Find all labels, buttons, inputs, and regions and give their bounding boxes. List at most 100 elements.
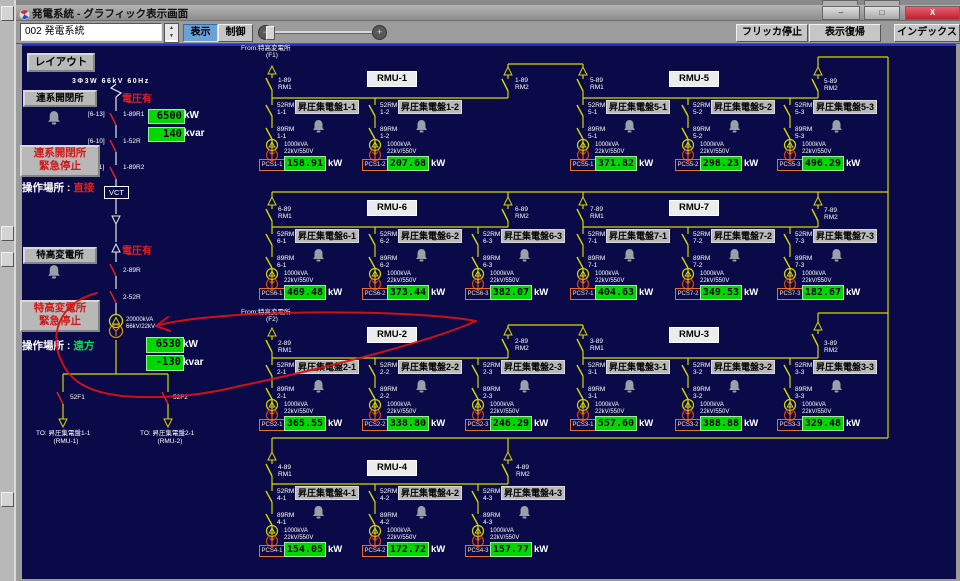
sidebar-switch-row[interactable]: [6-11]1-89R2 <box>88 164 218 172</box>
pcs-tag[interactable]: PCS6-1 <box>259 288 285 300</box>
pcs-kw-value: 557.60 <box>595 416 637 431</box>
breaker-52rm-label[interactable]: 52RM 4-3 <box>483 488 500 502</box>
pcs-tag[interactable]: PCS6-2 <box>362 288 388 300</box>
zoom-slider-track[interactable] <box>258 31 382 34</box>
zoom-slider-thumb[interactable] <box>266 26 275 40</box>
minimize-button[interactable]: – <box>822 6 860 20</box>
close-button[interactable]: X <box>905 6 960 20</box>
panel-name: 昇圧集電盤2-3 <box>501 360 566 374</box>
breaker-52rm-label[interactable]: 52RM 6-1 <box>277 231 294 245</box>
feeder-switch-name[interactable]: 52F1 <box>70 394 85 401</box>
link-switch-label[interactable]: 4-89 RM1 <box>278 464 292 478</box>
breaker-52rm-label[interactable]: 52RM 6-2 <box>380 231 397 245</box>
breaker-52rm-label[interactable]: 52RM 5-3 <box>795 102 812 116</box>
breaker-52rm-label[interactable]: 52RM 7-3 <box>795 231 812 245</box>
pcs-kw-value: 329.48 <box>802 416 844 431</box>
link-switch-label[interactable]: 2-89 RM1 <box>278 340 292 354</box>
display-button[interactable]: 表示 <box>183 24 218 42</box>
feeder-unit: 52RM 3-2 昇圧集電盤3-2 89RM 3-2 1000kVA 22kV/550… <box>675 358 776 436</box>
pcs-kw-value: 373.44 <box>387 285 429 300</box>
breaker-52rm-label[interactable]: 52RM 3-2 <box>693 362 710 376</box>
pcs-tag[interactable]: PCS2-1 <box>259 419 285 431</box>
restore-view-button[interactable]: 表示復帰 <box>809 24 881 42</box>
link-switch-label[interactable]: 5-89 RM1 <box>590 77 604 91</box>
screen-selector[interactable]: 002 発電系統 <box>20 23 162 41</box>
layout-button[interactable]: レイアウト <box>27 53 95 72</box>
taskbar-icon[interactable] <box>1 6 14 21</box>
link-switch-label[interactable]: 6-89 RM2 <box>515 206 529 220</box>
breaker-52rm-label[interactable]: 52RM 4-1 <box>277 488 294 502</box>
feeder-unit: 52RM 6-3 昇圧集電盤6-3 89RM 6-3 1000kVA 22kV/550… <box>465 227 566 305</box>
pcs-tag[interactable]: PCS3-1 <box>570 419 596 431</box>
index-button[interactable]: インデックス <box>894 24 960 42</box>
transformer-rating: 1000kVA 22kV/550V <box>284 142 314 155</box>
feeder-unit: 52RM 5-3 昇圧集電盤5-3 89RM 5-3 1000kVA 22kV/550… <box>777 98 878 176</box>
spin-down-icon[interactable]: ▼ <box>165 32 178 40</box>
link-switch-label[interactable]: 7-89 RM1 <box>590 206 604 220</box>
kvar-unit: kvar <box>183 357 204 368</box>
alarm-bell-icon <box>830 379 843 398</box>
alarm-bell-icon <box>518 505 531 524</box>
link-switch-label[interactable]: 7-89 RM2 <box>824 207 838 221</box>
substation-button[interactable]: 特高変電所 <box>23 247 97 264</box>
restore-button[interactable]: □ <box>864 6 900 20</box>
breaker-52rm-label[interactable]: 52RM 1-2 <box>380 102 397 116</box>
breaker-52rm-label[interactable]: 52RM 4-2 <box>380 488 397 502</box>
pcs-tag[interactable]: PCS4-1 <box>259 545 285 557</box>
link-switch-label[interactable]: 1-89 RM2 <box>515 77 529 91</box>
pcs-tag[interactable]: PCS2-2 <box>362 419 388 431</box>
pcs-tag[interactable]: PCS7-2 <box>675 288 701 300</box>
switch-name[interactable]: 2-52R <box>123 294 141 301</box>
taskbar-icon[interactable] <box>1 252 14 267</box>
link-switch-label[interactable]: 4-89 RM2 <box>516 464 530 478</box>
pcs-tag[interactable]: PCS3-2 <box>675 419 701 431</box>
breaker-52rm-label[interactable]: 52RM 3-3 <box>795 362 812 376</box>
rmu-label: RMU-7 <box>669 200 719 216</box>
kw-unit: kW <box>328 544 343 555</box>
pcs-tag[interactable]: PCS5-1 <box>570 159 596 171</box>
interconnection-estop-button[interactable]: 連系開閉所 緊急停止 <box>20 145 100 177</box>
title-bar[interactable]: 発電系統 - グラフィック表示画面 – □ X <box>16 5 960 21</box>
link-switch-label[interactable]: 6-89 RM1 <box>278 206 292 220</box>
pcs-tag[interactable]: PCS5-3 <box>777 159 803 171</box>
pcs-tag[interactable]: PCS7-3 <box>777 288 803 300</box>
breaker-52rm-label[interactable]: 52RM 7-1 <box>588 231 605 245</box>
breaker-52rm-label[interactable]: 52RM 2-3 <box>483 362 500 376</box>
pcs-tag[interactable]: PCS1-1 <box>259 159 285 171</box>
link-switch-label[interactable]: 5-89 RM2 <box>824 78 838 92</box>
pcs-tag[interactable]: PCS5-2 <box>675 159 701 171</box>
pcs-tag[interactable]: PCS6-3 <box>465 288 491 300</box>
flicker-stop-button[interactable]: フリッカ停止 <box>736 24 808 42</box>
transformer-rating: 1000kVA 22kV/550V <box>595 271 625 284</box>
breaker-52rm-label[interactable]: 52RM 2-1 <box>277 362 294 376</box>
feeder-switch-name[interactable]: 52F2 <box>173 394 188 401</box>
breaker-52rm-label[interactable]: 52RM 6-3 <box>483 231 500 245</box>
breaker-52rm-label[interactable]: 52RM 2-2 <box>380 362 397 376</box>
pcs-tag[interactable]: PCS7-1 <box>570 288 596 300</box>
pcs-tag[interactable]: PCS3-3 <box>777 419 803 431</box>
substation-kw-value: 6530 <box>146 337 184 353</box>
interconnection-station-button[interactable]: 連系開閉所 <box>23 90 97 107</box>
pcs-tag[interactable]: PCS2-3 <box>465 419 491 431</box>
link-switch-label[interactable]: 1-89 RM1 <box>278 77 292 91</box>
breaker-52rm-label[interactable]: 52RM 7-2 <box>693 231 710 245</box>
control-button[interactable]: 制御 <box>218 24 253 42</box>
window-title: 発電系統 - グラフィック表示画面 <box>32 8 189 20</box>
substation-estop-button[interactable]: 特高変電所 緊急停止 <box>20 300 100 332</box>
breaker-52rm-label[interactable]: 52RM 1-1 <box>277 102 294 116</box>
taskbar-icon[interactable] <box>1 226 14 241</box>
switch-name[interactable]: 2-89R <box>123 267 141 274</box>
link-switch-label[interactable]: 3-89 RM2 <box>824 340 838 354</box>
link-switch-label[interactable]: 3-89 RM1 <box>590 338 604 352</box>
screen-selector-spinner[interactable]: ▲ ▼ <box>164 23 179 43</box>
pcs-tag[interactable]: PCS4-3 <box>465 545 491 557</box>
pcs-tag[interactable]: PCS4-2 <box>362 545 388 557</box>
zoom-in-icon[interactable]: + <box>372 25 387 40</box>
taskbar-icon[interactable] <box>1 492 14 507</box>
breaker-52rm-label[interactable]: 52RM 3-1 <box>588 362 605 376</box>
breaker-52rm-label[interactable]: 52RM 5-1 <box>588 102 605 116</box>
link-switch-label[interactable]: 2-89 RM2 <box>515 338 529 352</box>
spin-up-icon[interactable]: ▲ <box>165 24 178 32</box>
pcs-tag[interactable]: PCS1-2 <box>362 159 388 171</box>
breaker-52rm-label[interactable]: 52RM 5-2 <box>693 102 710 116</box>
